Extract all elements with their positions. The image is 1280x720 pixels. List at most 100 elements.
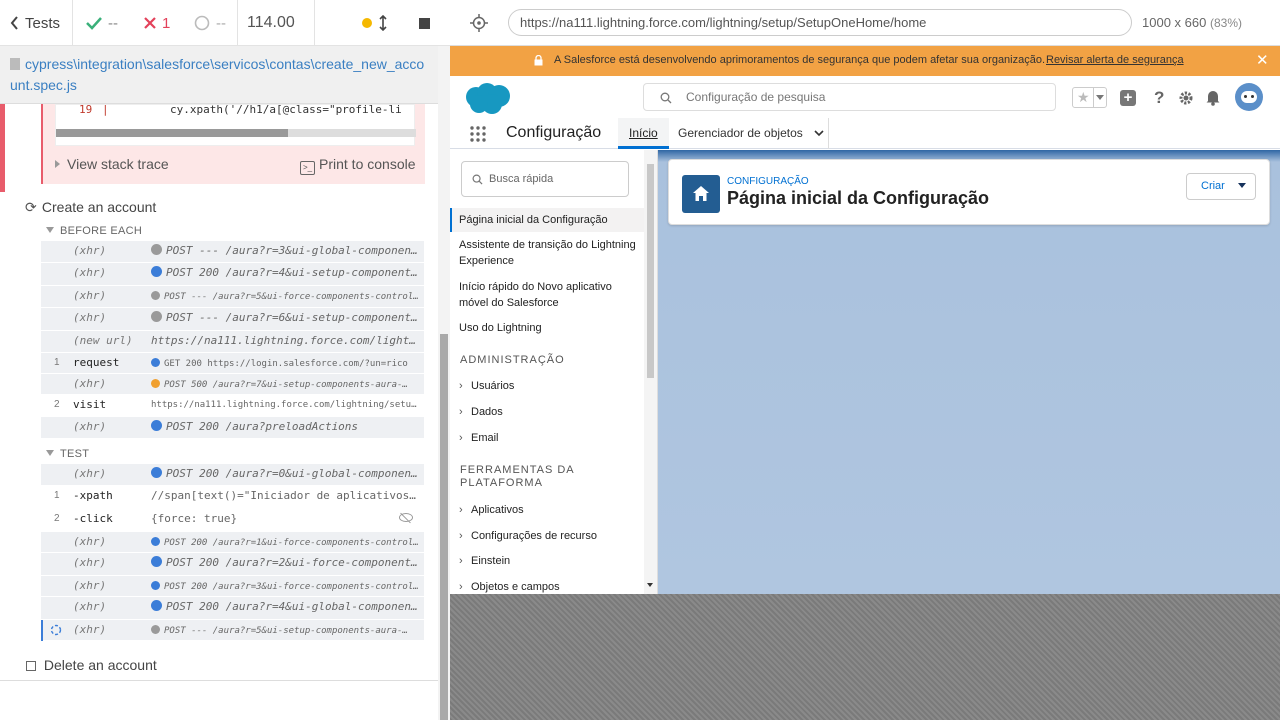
command-name: (xhr) <box>73 535 107 548</box>
hook-test[interactable]: TEST <box>46 448 89 460</box>
command-message-text: POST 200 /aura?r=4&ui-global-components-… <box>166 600 419 613</box>
command-message-text: POST --- /aura?r=3&ui-global-components-… <box>166 244 419 257</box>
command-message: POST --- /aura?r=3&ui-global-components-… <box>151 244 419 257</box>
command-message-text: POST --- /aura?r=5&ui-setup-components-a… <box>164 626 408 636</box>
file-icon <box>10 58 20 70</box>
command-message: POST --- /aura?r=5&ui-setup-components-a… <box>151 625 419 636</box>
status-dot-icon <box>151 266 162 277</box>
command-message: POST 200 /aura?r=1&ui-force-components-c… <box>151 537 419 548</box>
hook-before-each[interactable]: BEFORE EACH <box>46 225 142 237</box>
toggle-auto-scroll-button[interactable] <box>378 0 388 46</box>
command-row[interactable]: (xhr) POST 200 /aura?r=3&ui-force-compone… <box>41 576 424 597</box>
sidebar-item-lightning-transition[interactable]: Assistente de transição do Lightning Exp… <box>459 237 644 269</box>
command-row[interactable]: 2 -click {force: true} <box>41 509 424 532</box>
sidebar-item-einstein[interactable]: › Einstein <box>459 555 510 567</box>
command-message-text: POST 200 /aura?r=1&ui-force-components-c… <box>164 538 419 548</box>
stop-button[interactable] <box>419 0 430 46</box>
sidebar-item-users[interactable]: › Usuários <box>459 380 514 392</box>
command-row[interactable]: (xhr) POST 200 /aura?r=0&ui-global-compon… <box>41 464 424 486</box>
sidebar-item-objects-fields[interactable]: › Objetos e campos <box>459 581 560 593</box>
sidebar-item-feature-settings[interactable]: › Configurações de recurso <box>459 530 597 542</box>
code-scrollbar[interactable] <box>56 129 416 137</box>
command-row[interactable]: (xhr) POST --- /aura?r=3&ui-global-compon… <box>41 241 424 263</box>
command-name: (xhr) <box>73 266 107 279</box>
command-row[interactable]: (xhr) POST 200 /aura?r=2&ui-force-compone… <box>41 553 424 576</box>
back-to-tests-button[interactable]: Tests <box>10 0 60 46</box>
chevron-down-icon <box>1096 95 1104 100</box>
chevron-right-icon: › <box>459 581 463 593</box>
close-alert-icon[interactable]: ✕ <box>1256 51 1269 69</box>
cypress-reporter: Tests -- 1 -- 114.00 cypress\integration… <box>0 0 450 720</box>
tab-home[interactable]: Início <box>618 118 669 149</box>
page-header-card: CONFIGURAÇÃO Página inicial da Configura… <box>668 159 1270 225</box>
command-row[interactable]: (xhr) POST --- /aura?r=6&ui-setup-compone… <box>41 308 424 331</box>
notification-bell-icon[interactable] <box>1206 89 1220 106</box>
command-message-text: POST 500 /aura?r=7&ui-setup-components-a… <box>164 380 408 390</box>
command-row[interactable]: (xhr) POST 200 /aura?r=1&ui-force-compone… <box>41 532 424 553</box>
running-indicator <box>362 0 372 46</box>
gear-icon[interactable] <box>1178 90 1194 106</box>
quick-find-input[interactable]: Busca rápida <box>461 161 629 197</box>
code-gutter-marker: | <box>102 103 109 116</box>
sidebar-item-data[interactable]: › Dados <box>459 406 503 418</box>
viewport-overflow-area <box>450 594 1280 720</box>
command-message-text: //span[text()="Iniciador de aplicativos"… <box>151 489 419 502</box>
global-actions-plus-icon[interactable]: + <box>1120 90 1136 106</box>
command-row[interactable]: (xhr) POST 500 /aura?r=7&ui-setup-compone… <box>41 374 424 395</box>
status-dot-icon <box>151 556 162 567</box>
sidebar-item-mobile-quickstart[interactable]: Início rápido do Novo aplicativo móvel d… <box>459 279 644 311</box>
print-to-console-button[interactable]: >_ Print to console <box>300 156 416 175</box>
tab-object-manager[interactable]: Gerenciador de objetos <box>678 126 824 140</box>
command-row[interactable]: (xhr) POST --- /aura?r=5&ui-force-compone… <box>41 286 424 308</box>
sidebar-item-apps[interactable]: › Aplicativos <box>459 504 524 516</box>
test-delete-account[interactable]: Delete an account <box>26 657 157 673</box>
command-row[interactable]: 2 visit https://na111.lightning.force.com/… <box>41 395 424 417</box>
url-field[interactable]: https://na111.lightning.force.com/lightn… <box>508 9 1132 36</box>
help-icon[interactable]: ? <box>1154 88 1164 108</box>
test-create-account[interactable]: ⟳ Create an account <box>25 199 156 216</box>
command-message: //span[text()="Iniciador de aplicativos"… <box>151 489 419 502</box>
command-number: 1 <box>54 490 60 501</box>
command-row[interactable]: 1 -xpath //span[text()="Iniciador de aplic… <box>41 486 424 509</box>
selector-playground-icon[interactable] <box>470 14 488 32</box>
command-name: request <box>73 356 120 369</box>
command-row[interactable]: (new url) https://na111.lightning.force.c… <box>41 331 424 353</box>
app-under-test: https://na111.lightning.force.com/lightn… <box>450 0 1280 720</box>
setup-search-input[interactable]: Configuração de pesquisa <box>643 83 1056 111</box>
command-message: POST 500 /aura?r=7&ui-setup-components-a… <box>151 379 419 390</box>
sidebar-item-setup-home[interactable]: Página inicial da Configuração <box>450 208 644 232</box>
spec-path-bar: cypress\integration\salesforce\servicos\… <box>0 46 438 104</box>
salesforce-logo[interactable] <box>462 82 512 116</box>
sidebar-item-email[interactable]: › Email <box>459 432 499 444</box>
status-dot-icon <box>151 244 162 255</box>
setup-main-content: CONFIGURAÇÃO Página inicial da Configura… <box>658 150 1280 594</box>
command-name: (xhr) <box>73 244 107 257</box>
setup-sidebar: Busca rápida Página inicial da Configura… <box>450 150 658 594</box>
command-message-text: POST --- /aura?r=5&ui-force-components-c… <box>164 292 419 302</box>
command-name: (xhr) <box>73 600 107 613</box>
command-row[interactable]: (xhr) POST 200 /aura?r=4&ui-global-compon… <box>41 597 424 620</box>
command-row[interactable]: 1 request GET 200 https://login.salesforce… <box>41 353 424 374</box>
command-message: POST 200 /aura?r=0&ui-global-components-… <box>151 467 419 480</box>
spec-path-link[interactable]: cypress\integration\salesforce\servicos\… <box>10 54 430 96</box>
failed-count: 1 <box>144 0 170 46</box>
command-row[interactable]: (xhr) POST --- /aura?r=5&ui-setup-compone… <box>41 620 424 641</box>
command-name: (xhr) <box>73 623 107 636</box>
create-button[interactable]: Criar <box>1186 173 1256 200</box>
favorites-button[interactable]: ★ <box>1072 87 1107 108</box>
review-alert-link[interactable]: Revisar alerta de segurança <box>1046 54 1184 66</box>
view-stack-trace-button[interactable]: View stack trace <box>55 156 169 172</box>
sidebar-scrollbar[interactable] <box>644 150 657 594</box>
command-row[interactable]: (xhr) POST 200 /aura?preloadActions <box>41 417 424 439</box>
sidebar-item-lightning-usage[interactable]: Uso do Lightning <box>459 320 644 336</box>
command-row[interactable]: (xhr) POST 200 /aura?r=4&ui-setup-compone… <box>41 263 424 286</box>
reporter-scrollbar[interactable] <box>438 46 450 720</box>
avatar[interactable] <box>1235 83 1263 111</box>
app-launcher-icon[interactable] <box>470 126 486 142</box>
command-name: (xhr) <box>73 579 107 592</box>
command-name: visit <box>73 398 107 411</box>
code-line: cy.xpath('//h1/a[@class="profile-li <box>170 103 402 116</box>
status-dot-icon <box>362 18 372 28</box>
status-dot-icon <box>151 358 160 367</box>
duration: 114.00 <box>247 14 295 31</box>
